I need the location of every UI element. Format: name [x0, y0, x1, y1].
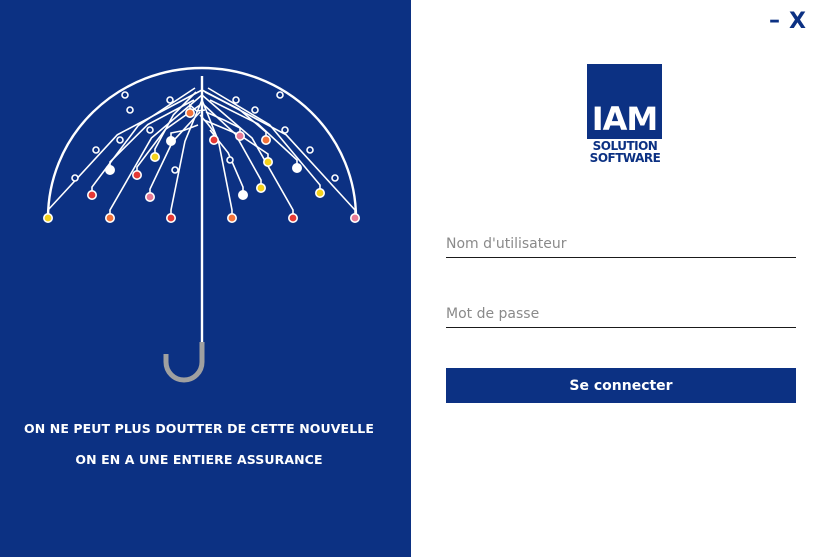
circuit-node — [226, 156, 234, 164]
circuit-node — [306, 146, 314, 154]
circuit-node — [116, 136, 124, 144]
circuit-node — [145, 192, 156, 203]
circuit-node — [42, 213, 53, 224]
circuit-node — [126, 106, 134, 114]
circuit-node — [121, 91, 129, 99]
circuit-node — [166, 96, 174, 104]
circuit-node — [281, 126, 289, 134]
circuit-node — [105, 213, 116, 224]
circuit-node — [166, 136, 177, 147]
circuit-node — [331, 174, 339, 182]
slogan-line-1: ON NE PEUT PLUS DOUTTER DE CETTE NOUVELL… — [24, 421, 374, 436]
circuit-node — [349, 213, 360, 224]
circuit-node — [150, 152, 161, 163]
circuit-node — [235, 131, 246, 142]
circuit-node — [262, 157, 273, 168]
circuit-umbrella-illustration — [42, 66, 360, 383]
circuit-node — [287, 213, 298, 224]
slogan-line-2: ON EN A UNE ENTIERE ASSURANCE — [75, 452, 323, 467]
circuit-node — [255, 183, 266, 194]
circuit-node — [87, 190, 98, 201]
circuit-node — [238, 190, 249, 201]
circuit-node — [314, 188, 325, 199]
circuit-node — [171, 166, 179, 174]
close-button[interactable]: X — [789, 10, 806, 34]
circuit-node — [291, 163, 302, 174]
circuit-node — [146, 126, 154, 134]
login-button[interactable]: Se connecter — [446, 368, 796, 403]
logo-software-text: SOFTWARE — [589, 151, 661, 165]
minimize-button[interactable]: – — [769, 10, 780, 32]
circuit-node — [227, 213, 238, 224]
circuit-node — [260, 135, 271, 146]
username-input[interactable] — [446, 231, 796, 258]
circuit-node — [209, 135, 220, 146]
circuit-node — [232, 96, 240, 104]
circuit-node — [71, 174, 79, 182]
circuit-node — [132, 170, 143, 181]
circuit-node — [276, 91, 284, 99]
circuit-node — [185, 108, 196, 119]
circuit-node — [92, 146, 100, 154]
logo-iam-text: IAM — [591, 100, 659, 138]
circuit-node — [166, 213, 177, 224]
left-panel: ON NE PEUT PLUS DOUTTER DE CETTE NOUVELL… — [0, 0, 411, 557]
password-input[interactable] — [446, 301, 796, 328]
circuit-node — [251, 106, 259, 114]
circuit-node — [105, 165, 116, 176]
